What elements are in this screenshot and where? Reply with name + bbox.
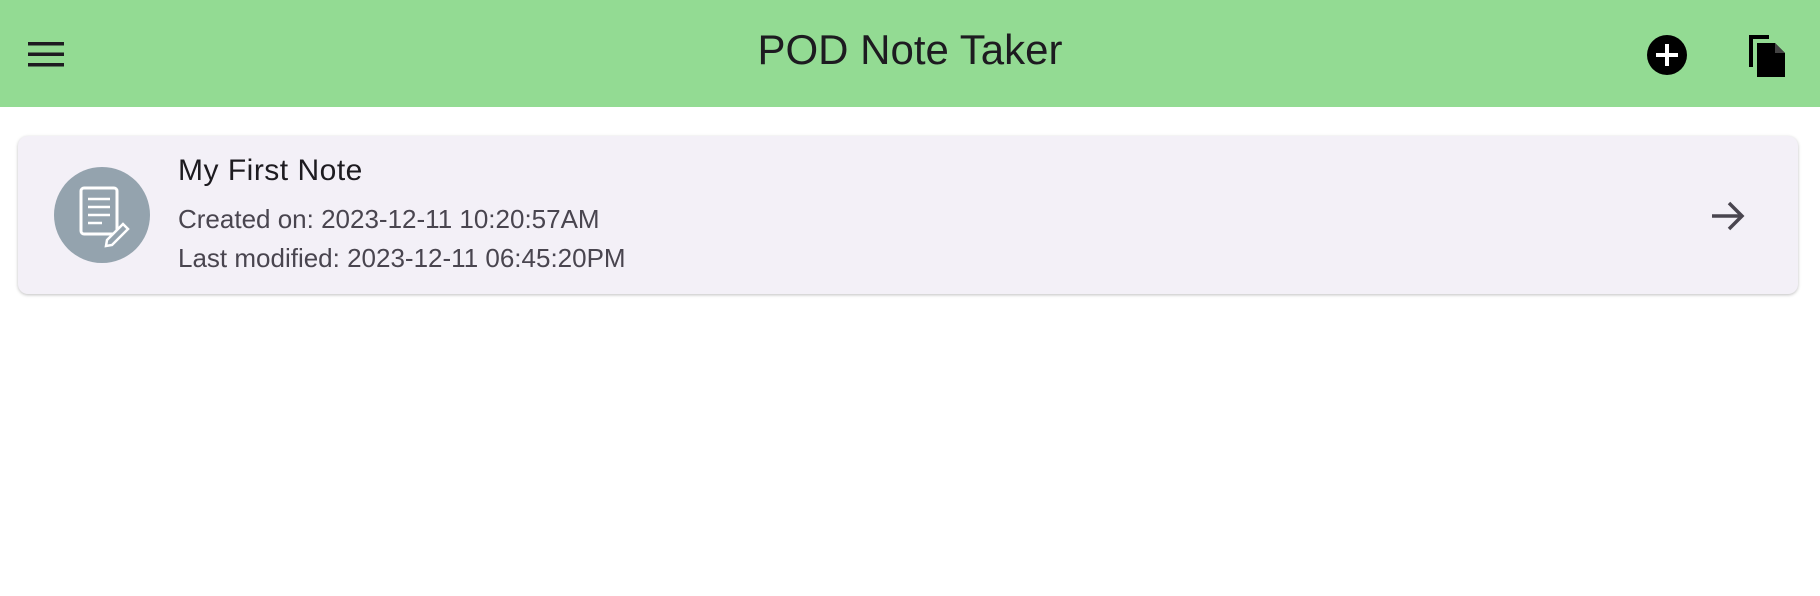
note-title: My First Note <box>178 154 363 187</box>
app-bar: POD Note Taker <box>0 0 1820 107</box>
note-avatar <box>54 167 150 263</box>
app-title: POD Note Taker <box>757 26 1063 73</box>
open-note-arrow[interactable] <box>1704 192 1752 240</box>
note-list-item[interactable]: My First Note Created on: 2023-12-11 10:… <box>18 136 1798 294</box>
files-button[interactable] <box>1740 28 1794 82</box>
note-edit-icon <box>79 186 130 248</box>
add-circle-icon <box>1647 35 1687 75</box>
add-note-button[interactable] <box>1640 28 1694 82</box>
note-modified-date: Last modified: 2023-12-11 06:45:20PM <box>178 243 626 273</box>
note-created-date: Created on: 2023-12-11 10:20:57AM <box>178 204 600 234</box>
copy-documents-icon <box>1749 35 1785 77</box>
arrow-forward-icon <box>1712 201 1745 231</box>
